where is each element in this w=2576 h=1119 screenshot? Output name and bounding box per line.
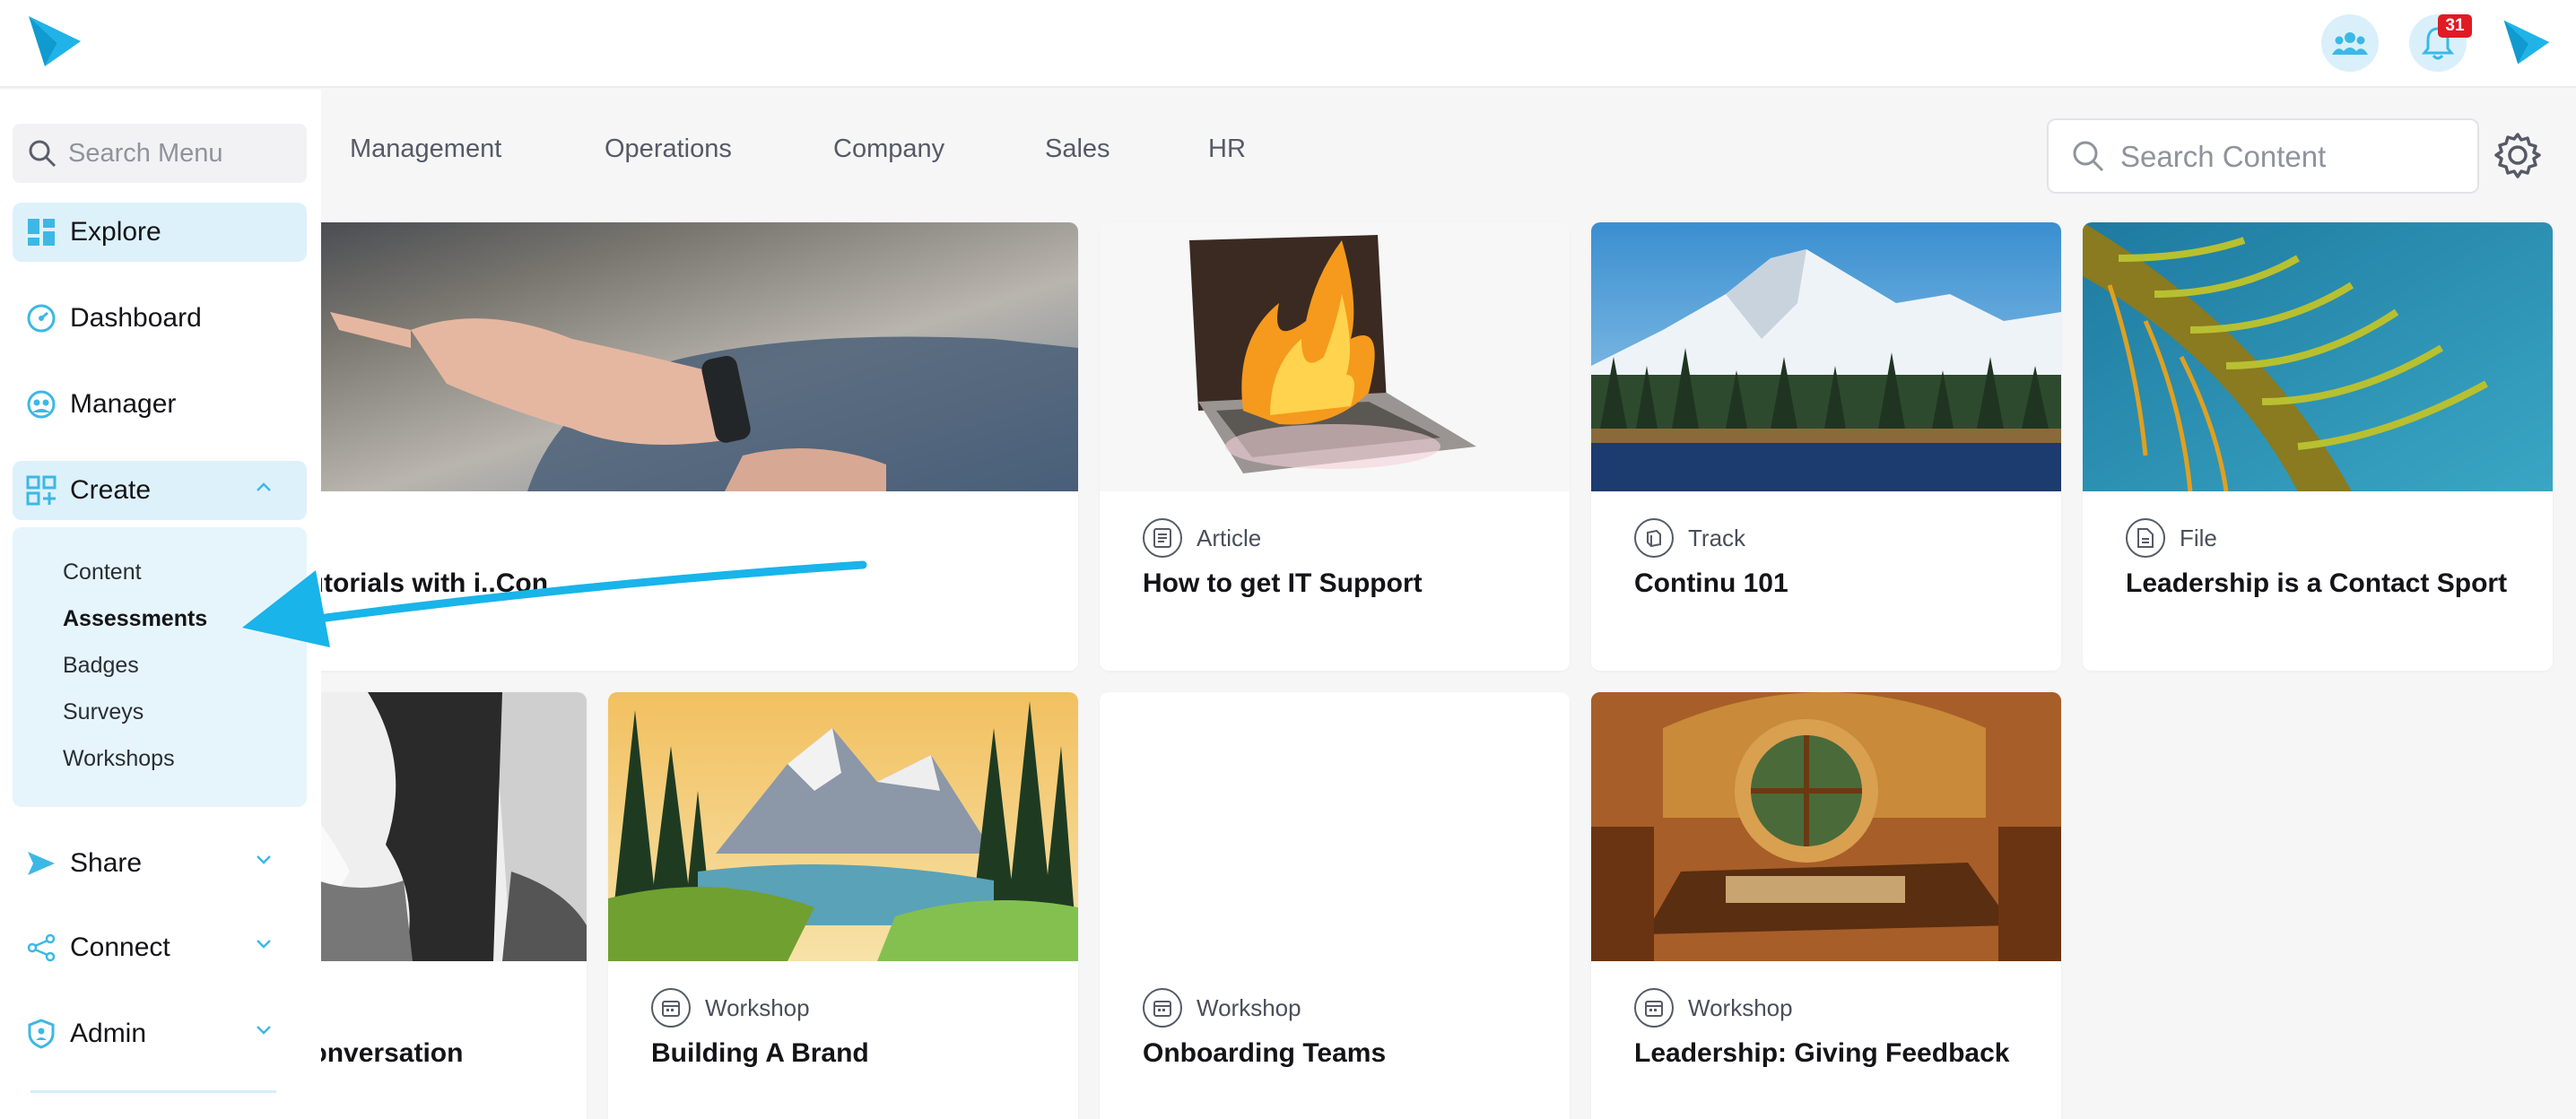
card-type-label: File [2180, 524, 2217, 551]
create-plus-grid-icon [25, 474, 57, 507]
admin-shield-icon [25, 1018, 57, 1050]
card-type: Workshop [1634, 988, 1793, 1028]
chevron-down-icon[interactable] [255, 938, 273, 950]
chevron-up-icon[interactable] [255, 481, 273, 493]
sidebar-divider [30, 1090, 276, 1093]
card-thumbnail [1591, 692, 2061, 961]
chevron-down-icon[interactable] [255, 854, 273, 866]
content-card[interactable]: Workshop Leadership: Giving Feedback [1591, 692, 2061, 1119]
create-submenu: Content Assessments Badges Surveys Works… [13, 527, 307, 807]
palm-leaf-image [2083, 222, 2553, 491]
tab-sales[interactable]: Sales [1045, 134, 1110, 164]
top-bar: 31 [0, 0, 2576, 88]
content-card[interactable]: Workshop Onboarding Teams [1100, 692, 1570, 1119]
sidebar-item-label: Explore [70, 217, 161, 247]
card-type-label: Workshop [705, 993, 810, 1021]
continu-logo-icon[interactable] [25, 13, 83, 70]
tab-management[interactable]: Management [350, 134, 501, 164]
submenu-item-workshops[interactable]: Workshops [63, 746, 175, 772]
mountain-lake-image [1591, 222, 2061, 491]
share-send-icon [25, 847, 57, 880]
card-type: Track [1634, 518, 1745, 558]
card-thumbnail [608, 692, 1078, 961]
menu-search-input[interactable] [68, 134, 292, 172]
manager-people-icon [25, 388, 57, 421]
search-icon [2073, 141, 2104, 172]
mountain-painting-image [608, 692, 1078, 961]
tab-hr[interactable]: HR [1208, 134, 1246, 164]
card-title: Leadership: Giving Feedback [1634, 1038, 2010, 1068]
chevron-down-icon[interactable] [255, 1024, 273, 1037]
card-type: Workshop [1143, 988, 1301, 1028]
workshop-calendar-icon [1634, 988, 1674, 1028]
sidebar-item-label: Create [70, 475, 152, 505]
search-icon [29, 140, 57, 168]
sidebar-menu: Explore Dashboard Manager Create Content… [0, 90, 321, 1119]
submenu-item-surveys[interactable]: Surveys [63, 699, 144, 725]
search-content-box [2047, 118, 2479, 194]
search-content-input[interactable] [2120, 136, 2461, 178]
content-card[interactable]: Article How to get IT Support [1100, 222, 1570, 671]
hobbit-hole-image [1591, 692, 2061, 961]
notification-count-badge: 31 [2438, 14, 2472, 38]
sidebar-item-label: Admin [70, 1019, 147, 1048]
submenu-item-assessments[interactable]: Assessments [63, 606, 207, 632]
team-button[interactable] [2321, 14, 2379, 72]
connect-nodes-icon [25, 932, 57, 964]
card-type: Article [1143, 518, 1261, 558]
card-thumbnail [1100, 692, 1570, 961]
card-title: Leadership is a Contact Sport [2126, 568, 2508, 598]
card-title: Onboarding Teams [1143, 1038, 1387, 1068]
sidebar-item-connect[interactable]: Connect [13, 918, 307, 977]
continu-logo-icon[interactable] [2501, 16, 2551, 68]
submenu-item-badges[interactable]: Badges [63, 653, 139, 679]
tab-company[interactable]: Company [833, 134, 944, 164]
content-card[interactable]: Workshop Building A Brand [608, 692, 1078, 1119]
sidebar-item-label: Share [70, 848, 143, 878]
card-thumbnail [2083, 222, 2553, 491]
sidebar-item-explore[interactable]: Explore [13, 203, 307, 262]
sidebar-item-label: Dashboard [70, 303, 202, 333]
sidebar-item-admin[interactable]: Admin [13, 1004, 307, 1063]
sidebar-item-label: Manager [70, 389, 177, 419]
tab-operations[interactable]: Operations [605, 134, 732, 164]
card-type: Workshop [651, 988, 810, 1028]
laptop-fire-image [1100, 222, 1570, 491]
card-type-label: Workshop [1688, 993, 1793, 1021]
team-icon [2332, 32, 2368, 55]
workshop-calendar-icon [651, 988, 691, 1028]
sidebar-item-label: Connect [70, 932, 170, 962]
card-type-label: Track [1688, 524, 1746, 551]
content-card[interactable]: Track Continu 101 [1591, 222, 2061, 671]
card-title: Continu 101 [1634, 568, 1788, 598]
menu-search-box [13, 124, 307, 183]
sidebar-item-dashboard[interactable]: Dashboard [13, 289, 307, 348]
card-thumbnail [1100, 222, 1570, 491]
card-type-label: Workshop [1197, 993, 1301, 1021]
card-title: How to get IT Support [1143, 568, 1423, 598]
file-icon [2126, 518, 2165, 558]
sidebar-item-manager[interactable]: Manager [13, 375, 307, 434]
card-title: Building A Brand [651, 1038, 869, 1068]
sidebar-item-create[interactable]: Create [13, 461, 307, 520]
submenu-item-content[interactable]: Content [63, 560, 142, 586]
explore-grid-icon [25, 216, 57, 248]
sidebar-item-share[interactable]: Share [13, 834, 307, 893]
workshop-calendar-icon [1143, 988, 1182, 1028]
track-icon [1634, 518, 1674, 558]
card-type: File [2126, 518, 2217, 558]
content-card[interactable]: File Leadership is a Contact Sport [2083, 222, 2553, 671]
card-thumbnail [1591, 222, 2061, 491]
dashboard-gauge-icon [25, 302, 57, 334]
card-type-label: Article [1197, 524, 1262, 551]
gear-icon[interactable] [2493, 131, 2542, 179]
article-icon [1143, 518, 1182, 558]
